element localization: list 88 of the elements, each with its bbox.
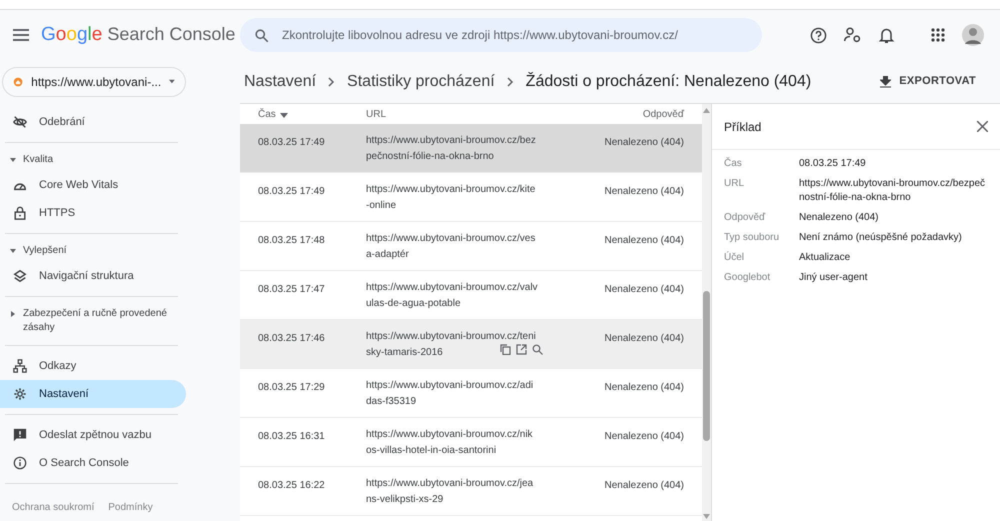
feedback-icon [13,428,27,442]
chevron-icon [328,76,336,86]
field-label: Účel [724,251,746,265]
search-field[interactable]: Zkontrolujte libovolnou adresu ve zdroji https://www.ubytovani-broumov.cz/ [240,18,762,52]
table-cell-text: 08.03.25 16:22 [258,479,326,493]
field-value: Není známo (neúspěšné požadavky) [799,231,963,245]
nav-item[interactable]: Odkazy [0,352,186,380]
external-link-icon[interactable] [516,344,527,355]
field-value: 08.03.25 17:49 [799,157,867,171]
url-link[interactable]: https://www.ubytovani-broumov.cz/nikos-villas-hotel-in-oia-santorini [366,427,538,466]
chevron-icon [506,76,514,86]
lock-icon [13,206,27,220]
table-row[interactable]: 08.03.25 17:49 https://www.ubytovani-broumov.cz/bezpečnostní-fólie-na-okna-brno Nenalezeno (404) [240,124,702,173]
eye-off-icon [13,115,27,129]
table-cell-text: 08.03.25 17:29 [258,381,326,395]
table-cell-text: Nenalezeno (404) [604,479,684,493]
table-cell-text: Nenalezeno (404) [604,381,684,395]
field-label: Typ souboru [724,231,780,245]
help-icon[interactable] [810,26,827,44]
field-value: Nenalezeno (404) [799,211,880,225]
search-icon [254,28,269,43]
panel-title: Příklad [724,118,762,136]
info-icon [13,456,27,470]
nav-item[interactable]: Core Web Vitals [0,171,186,199]
bell-icon[interactable] [879,26,894,44]
table-cell-text: 08.03.25 17:49 [258,136,326,150]
table-cell-text: 08.03.25 16:31 [258,430,326,444]
table-cell-text: 08.03.25 17:49 [258,185,326,199]
layers-icon [13,269,27,283]
table-row[interactable]: 08.03.25 17:46 https://www.ubytovani-broumov.cz/tenisky-tamaris-2016 Nenalezeno (404) [240,320,702,369]
nav-item[interactable]: Nastavení [0,380,186,408]
url-link[interactable]: https://www.ubytovani-broumov.cz/jeans-velikpsti-xs-29 [366,476,538,515]
avatar[interactable] [962,24,984,46]
property-selector[interactable]: https://www.ubytovani-... [2,66,186,96]
apps-icon[interactable] [931,28,945,42]
nav-item[interactable]: Odeslat zpětnou vazbu [0,421,186,449]
column-header[interactable]: Odpověď [642,106,684,122]
table-cell-text: 08.03.25 17:46 [258,332,326,346]
caret-icon[interactable] [10,248,16,254]
url-link[interactable]: https://www.ubytovani-broumov.cz/tenisky-tamaris-2016 [366,329,538,368]
section-heading[interactable]: Vylepšení [23,244,67,258]
nav-item[interactable]: HTTPS [0,199,186,227]
sort-arrow-icon [280,110,288,118]
url-link[interactable]: https://www.ubytovani-broumov.cz/kite-online [366,182,538,221]
dropdown-caret-icon [169,79,175,84]
download-icon [880,76,892,88]
nav-item[interactable]: Navigační struktura [0,262,186,290]
field-value: Aktualizace [799,251,852,265]
field-label: Čas [724,157,743,171]
table-cell-text: Nenalezeno (404) [604,332,684,346]
home-icon [13,74,24,88]
caret-icon[interactable] [10,311,16,317]
table-cell-text: Nenalezeno (404) [604,185,684,199]
field-label: Googlebot [724,271,772,285]
field-label: Odpověď [724,211,766,225]
table-cell-text: Nenalezeno (404) [604,430,684,444]
url-link[interactable]: https://www.ubytovani-broumov.cz/bezpečnostní-fólie-na-okna-brno [366,133,538,172]
caret-icon[interactable] [10,157,16,163]
column-header[interactable]: Čas [258,106,276,122]
product-name: Search Console [107,22,236,46]
url-link[interactable]: https://www.ubytovani-broumov.cz/vesa-adaptér [366,231,538,270]
field-label: URL [724,177,746,191]
url-link[interactable]: https://www.ubytovani-broumov.cz/adidas-f35319 [366,378,538,417]
section-heading[interactable]: Zabezpečení a ručně provedené zásahy [23,307,190,335]
table-cell-text: Nenalezeno (404) [604,136,684,150]
breadcrumb-link[interactable]: Statistiky procházení [347,70,495,94]
gear-icon [13,387,27,401]
url-link[interactable]: https://www.ubytovani-broumov.cz/valvulas-de-agua-potable [366,280,538,319]
field-value: https://www.ubytovani-broumov.cz/bezpečnostní-fólie-na-okna-brno [799,177,986,205]
column-header[interactable]: URL [366,106,566,122]
close-icon[interactable] [977,121,988,132]
section-heading[interactable]: Kvalita [23,153,54,167]
table-cell-text: 08.03.25 17:47 [258,283,326,297]
sitemap-icon [13,359,27,373]
search-icon[interactable] [532,344,543,355]
copy-icon[interactable] [500,344,511,355]
table-cell-text: 08.03.25 17:48 [258,234,326,248]
table-cell-text: Nenalezeno (404) [604,234,684,248]
export-button[interactable]: EXPORTOVAT [880,73,976,90]
breadcrumb-link[interactable]: Nastavení [244,70,316,94]
nav-item[interactable]: O Search Console [0,449,186,477]
logo-text: Google [41,22,102,47]
user-settings-icon[interactable] [844,27,862,43]
nav-item[interactable]: Odebrání [0,108,186,136]
table-cell-text: Nenalezeno (404) [604,283,684,297]
page-title: Žádosti o procházení: Nenalezeno (404) [526,71,812,92]
menu-icon[interactable] [13,29,29,41]
field-value: Jiný user-agent [799,271,868,285]
